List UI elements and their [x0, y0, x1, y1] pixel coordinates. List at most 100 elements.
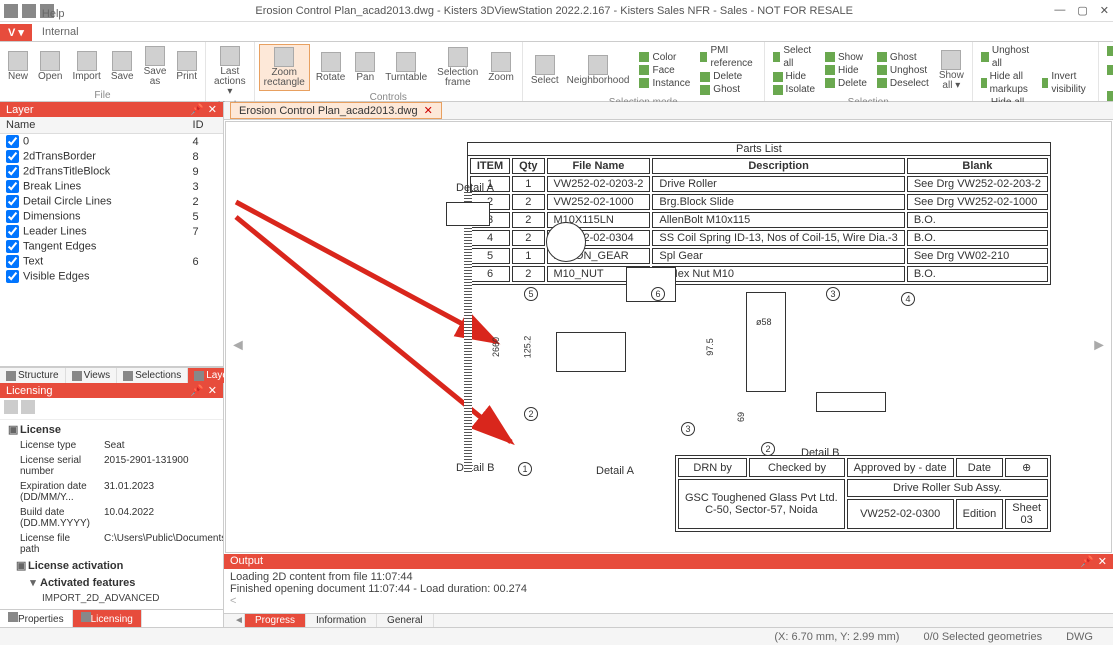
viewport[interactable]: ◄ ► Parts List ITEMQtyFile NameDescripti… — [225, 121, 1112, 553]
neighborhood-button[interactable]: Neighborhood — [563, 53, 634, 88]
document-tab[interactable]: Erosion Control Plan_acad2013.dwg ✕ — [230, 102, 442, 119]
save-as-button[interactable]: Save as — [140, 44, 171, 89]
qat-icon[interactable] — [4, 4, 18, 18]
print-button[interactable]: Print — [172, 49, 201, 84]
layer-checkbox[interactable] — [6, 225, 19, 238]
close-panel-icon[interactable]: ✕ — [1098, 555, 1107, 568]
ribbon-tab-internal[interactable]: Internal — [32, 23, 119, 41]
show-button[interactable]: Show — [821, 51, 871, 64]
prev-arrow-icon[interactable]: ◄ — [230, 337, 246, 355]
select-all-button[interactable]: Select all — [769, 44, 819, 70]
layer-checkbox[interactable] — [6, 270, 19, 283]
layer-checkbox[interactable] — [6, 135, 19, 148]
save-button[interactable]: Save — [107, 49, 138, 84]
output-tab-progress[interactable]: Progress — [245, 614, 306, 627]
layer-checkbox[interactable] — [6, 240, 19, 253]
activation-group[interactable]: License activation — [28, 560, 123, 572]
hide-all-markups-button[interactable]: Hide all markups — [977, 70, 1036, 96]
layer-row[interactable]: 2dTransBorder8 — [0, 149, 223, 164]
pin-icon[interactable]: 📌 — [190, 384, 204, 397]
pan-button[interactable]: Pan — [351, 50, 379, 85]
ribbon-icon — [40, 51, 60, 71]
dimension: 97.5 — [705, 338, 715, 356]
import-button[interactable]: Import — [68, 49, 104, 84]
ghost-button[interactable]: Ghost — [873, 51, 933, 64]
layer-row[interactable]: 2dTransTitleBlock9 — [0, 164, 223, 179]
layer-tree[interactable]: NameID 042dTransBorder82dTransTitleBlock… — [0, 117, 223, 367]
hide-button[interactable]: Hide — [821, 64, 871, 77]
ribbon-tab-help[interactable]: Help — [32, 5, 119, 23]
pin-icon[interactable]: 📌 — [1080, 555, 1094, 568]
hide-button[interactable]: Hide — [769, 70, 819, 83]
ghost-button[interactable]: Ghost — [696, 83, 759, 96]
app-menu-button[interactable]: V ▾ — [0, 24, 32, 41]
ribbon-icon — [112, 51, 132, 71]
open-button[interactable]: Open — [34, 49, 66, 84]
fit-all-button[interactable]: Fit all — [1103, 44, 1113, 57]
pin-icon[interactable]: 📌 — [190, 103, 204, 116]
layer-row[interactable]: Tangent Edges — [0, 239, 223, 254]
close-tab-icon[interactable]: ✕ — [424, 104, 433, 117]
features-group[interactable]: Activated features — [40, 577, 135, 589]
delete-button[interactable]: Delete — [821, 77, 871, 90]
layer-checkbox[interactable] — [6, 195, 19, 208]
close-panel-icon[interactable]: ✕ — [208, 384, 217, 397]
group-label: File — [94, 89, 110, 101]
output-tab-information[interactable]: Information — [306, 614, 377, 627]
layer-row[interactable]: Detail Circle Lines2 — [0, 194, 223, 209]
layer-row[interactable]: Dimensions5 — [0, 209, 223, 224]
callout-badge: 3 — [826, 287, 840, 301]
close-panel-icon[interactable]: ✕ — [208, 103, 217, 116]
minimize-button[interactable]: — — [1054, 4, 1065, 17]
layer-row[interactable]: Leader Lines7 — [0, 224, 223, 239]
license-row: Expiration date (DD/MM/Y...31.01.2023 — [2, 480, 223, 504]
last-actions--button[interactable]: Last actions ▾ — [210, 44, 250, 99]
licensing-panel: ▣License License typeSeatLicense serial … — [0, 398, 223, 609]
layer-checkbox[interactable] — [6, 165, 19, 178]
isolate-button[interactable]: Isolate — [769, 83, 819, 96]
layer-checkbox[interactable] — [6, 210, 19, 223]
select-button[interactable]: Select — [527, 53, 563, 88]
zoom-rectangle-button[interactable]: Zoom rectangle — [259, 44, 310, 91]
new-button[interactable]: New — [4, 49, 32, 84]
toolbar-icon[interactable] — [4, 400, 18, 414]
layer-row[interactable]: 04 — [0, 134, 223, 150]
panel-tab-views[interactable]: Views — [66, 368, 118, 383]
bottom-tab-properties[interactable]: Properties — [0, 610, 73, 627]
scroll-left-icon[interactable]: ◄ — [224, 614, 245, 627]
layer-checkbox[interactable] — [6, 255, 19, 268]
pmi-reference-button[interactable]: PMI reference — [696, 44, 759, 70]
close-button[interactable]: ✕ — [1100, 4, 1109, 17]
bottom-tab-licensing[interactable]: Licensing — [73, 610, 142, 627]
unghost-button[interactable]: Unghost — [873, 64, 933, 77]
output-tab-general[interactable]: General — [377, 614, 434, 627]
license-group[interactable]: License — [20, 424, 61, 436]
deselect-button[interactable]: Deselect — [873, 77, 933, 90]
invert-visibility-button[interactable]: Invert visibility — [1038, 70, 1093, 96]
next-arrow-icon[interactable]: ► — [1091, 337, 1107, 355]
layer-row[interactable]: Text6 — [0, 254, 223, 269]
layer-row[interactable]: Break Lines3 — [0, 179, 223, 194]
selection-frame-button[interactable]: Selection frame — [433, 45, 482, 90]
panel-tab-selections[interactable]: Selections — [117, 368, 188, 383]
unghost-all-button[interactable]: Unghost all — [977, 44, 1036, 70]
zoom-in-button[interactable]: Zoom in — [1103, 57, 1113, 83]
turntable-button[interactable]: Turntable — [381, 50, 431, 85]
maximize-button[interactable]: ▢ — [1077, 4, 1087, 17]
layer-checkbox[interactable] — [6, 180, 19, 193]
delete-button[interactable]: Delete — [696, 70, 759, 83]
toolbar-icon[interactable] — [21, 400, 35, 414]
show-all-button[interactable]: Show all ▾ — [935, 48, 968, 93]
face-button[interactable]: Face — [635, 64, 694, 77]
panel-tab-structure[interactable]: Structure — [0, 368, 66, 383]
small-icon — [877, 65, 887, 75]
small-icon — [825, 78, 835, 88]
layer-row[interactable]: Visible Edges — [0, 269, 223, 284]
layer-checkbox[interactable] — [6, 150, 19, 163]
parts-row: 62M10_NUTS Hex Nut M10B.O. — [470, 266, 1048, 282]
rotate-button[interactable]: Rotate — [312, 50, 349, 85]
zoom-button[interactable]: Zoom — [484, 50, 518, 85]
color-button[interactable]: Color — [635, 51, 694, 64]
instance-button[interactable]: Instance — [635, 77, 694, 90]
output-body[interactable]: Loading 2D content from file 11:07:44Fin… — [224, 569, 1113, 613]
